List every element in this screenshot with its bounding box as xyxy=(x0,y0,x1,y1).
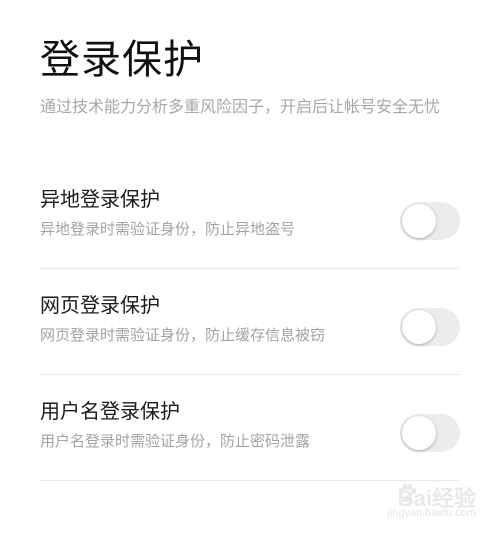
setting-title: 网页登录保护 xyxy=(40,293,160,317)
watermark-url: jingyan.baidu.com xyxy=(387,507,476,519)
login-protection-page: 登录保护 通过技术能力分析多重风险因子，开启后让帐号安全无忧 异地登录保护 异地… xyxy=(0,0,500,543)
setting-row-web-login: 网页登录保护 网页登录时需验证身份，防止缓存信息被窃 xyxy=(40,274,460,380)
page-title: 登录保护 xyxy=(40,37,204,83)
page-description: 通过技术能力分析多重风险因子，开启后让帐号安全无忧 xyxy=(40,97,441,116)
setting-title: 用户名登录保护 xyxy=(40,399,180,423)
setting-subtitle: 用户名登录时需验证身份，防止密码泄露 xyxy=(40,432,311,450)
toggle-knob xyxy=(402,204,436,238)
username-login-protection-toggle[interactable] xyxy=(400,414,460,452)
setting-row-username-login: 用户名登录保护 用户名登录时需验证身份，防止密码泄露 xyxy=(40,380,460,486)
toggle-knob xyxy=(402,310,436,344)
toggle-knob xyxy=(402,416,436,450)
web-login-protection-toggle[interactable] xyxy=(400,308,460,346)
setting-subtitle: 异地登录时需验证身份，防止异地盗号 xyxy=(40,220,296,238)
baidu-jingyan-watermark: Bai经验 jingyan.baidu.com xyxy=(366,481,476,525)
divider xyxy=(40,268,460,269)
divider xyxy=(40,374,460,375)
setting-text: 用户名登录保护 用户名登录时需验证身份，防止密码泄露 xyxy=(40,396,390,452)
setting-row-remote-login: 异地登录保护 异地登录时需验证身份，防止异地盗号 xyxy=(40,168,460,274)
setting-subtitle: 网页登录时需验证身份，防止缓存信息被窃 xyxy=(40,326,326,344)
setting-text: 异地登录保护 异地登录时需验证身份，防止异地盗号 xyxy=(40,184,390,240)
remote-login-protection-toggle[interactable] xyxy=(400,202,460,240)
setting-text: 网页登录保护 网页登录时需验证身份，防止缓存信息被窃 xyxy=(40,290,390,346)
setting-title: 异地登录保护 xyxy=(40,187,160,211)
